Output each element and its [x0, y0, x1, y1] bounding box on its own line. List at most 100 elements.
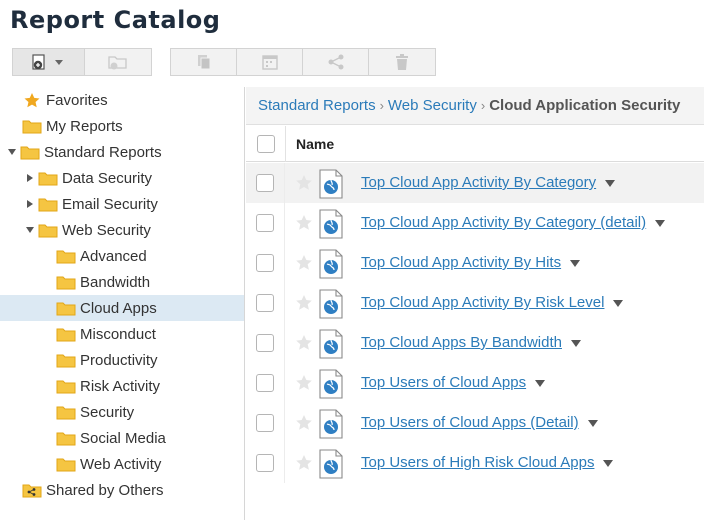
new-report-button[interactable] — [13, 49, 85, 75]
folder-icon — [56, 432, 76, 445]
favorite-star-icon[interactable] — [295, 374, 313, 392]
tree-label-data-security: Data Security — [62, 169, 153, 187]
tree-item-data-security[interactable]: Data Security — [0, 165, 244, 191]
row-checkbox[interactable] — [256, 294, 274, 312]
tree-item-web-child[interactable]: Security — [0, 399, 244, 425]
favorite-star-icon[interactable] — [295, 294, 313, 312]
breadcrumb-current: Cloud Application Security — [489, 97, 681, 114]
tree-item-web-child[interactable]: Productivity — [0, 347, 244, 373]
tree-item-email-security[interactable]: Email Security — [0, 191, 244, 217]
chevron-down-icon[interactable] — [655, 219, 666, 227]
tree-item-web-child[interactable]: Web Activity — [0, 451, 244, 477]
row-checkbox[interactable] — [256, 214, 274, 232]
folder-icon — [38, 224, 58, 237]
favorite-star-icon[interactable] — [295, 414, 313, 432]
schedule-calendar-icon — [261, 55, 278, 70]
copy-button[interactable] — [171, 49, 237, 75]
toolbar-group-actions — [170, 48, 436, 76]
row-checkbox[interactable] — [256, 254, 274, 272]
tree-item-standard-reports[interactable]: Standard Reports — [0, 139, 244, 165]
row-checkbox[interactable] — [256, 174, 274, 192]
chevron-down-icon[interactable] — [535, 379, 546, 387]
tree-item-web-child[interactable]: Bandwidth — [0, 269, 244, 295]
report-link[interactable]: Top Cloud Apps By Bandwidth — [361, 334, 581, 351]
tree-label-cloud-apps: Cloud Apps — [80, 299, 157, 317]
tree-label-web-activity: Web Activity — [80, 455, 162, 473]
share-button[interactable] — [303, 49, 369, 75]
delete-button[interactable] — [369, 49, 435, 75]
tree-item-web-child[interactable]: Social Media — [0, 425, 244, 451]
collapse-triangle-icon[interactable] — [6, 146, 18, 158]
report-doc-icon — [319, 329, 343, 359]
favorite-star-icon[interactable] — [295, 174, 313, 192]
breadcrumb: Standard Reports › Web Security › Cloud … — [246, 87, 704, 125]
folder-icon — [56, 250, 76, 263]
new-folder-icon — [108, 56, 127, 70]
folder-icon — [38, 198, 58, 211]
schedule-button[interactable] — [237, 49, 303, 75]
chevron-down-icon[interactable] — [587, 419, 598, 427]
report-link[interactable]: Top Cloud App Activity By Category (deta… — [361, 214, 666, 231]
report-link[interactable]: Top Users of Cloud Apps — [361, 374, 546, 391]
chevron-down-icon[interactable] — [603, 459, 614, 467]
row-checkbox[interactable] — [256, 414, 274, 432]
report-link[interactable]: Top Cloud App Activity By Category — [361, 174, 616, 191]
tree-label-risk-activity: Risk Activity — [80, 377, 161, 395]
row-checkbox[interactable] — [256, 334, 274, 352]
tree-item-web-security[interactable]: Web Security — [0, 217, 244, 243]
table-row: Top Cloud App Activity By Category — [246, 163, 704, 203]
breadcrumb-link-web-security[interactable]: Web Security — [388, 97, 477, 114]
folder-icon — [56, 354, 76, 367]
tree-item-my-reports[interactable]: My Reports — [0, 113, 244, 139]
tree-item-favorites[interactable]: Favorites — [0, 87, 244, 113]
tree-item-shared-by-others[interactable]: Shared by Others — [0, 477, 244, 503]
expand-triangle-icon[interactable] — [24, 198, 36, 210]
new-folder-button[interactable] — [85, 49, 151, 75]
new-report-dropdown-icon — [31, 54, 63, 70]
report-link[interactable]: Top Cloud App Activity By Hits — [361, 254, 581, 271]
tree-item-web-child[interactable]: Misconduct — [0, 321, 244, 347]
tree-label-social-media: Social Media — [80, 429, 166, 447]
toolbar-gap — [152, 48, 170, 76]
report-doc-icon — [319, 289, 343, 319]
copy-icon — [197, 55, 210, 70]
tree-label-my-reports: My Reports — [46, 117, 123, 135]
row-checkbox[interactable] — [256, 374, 274, 392]
column-header-name[interactable]: Name — [286, 136, 334, 152]
report-doc-icon — [319, 369, 343, 399]
chevron-down-icon[interactable] — [570, 259, 581, 267]
tree-label-productivity: Productivity — [80, 351, 158, 369]
favorite-star-icon[interactable] — [295, 214, 313, 232]
report-list-pane: Standard Reports › Web Security › Cloud … — [246, 87, 704, 520]
table-row: Top Cloud App Activity By Risk Level — [246, 283, 704, 323]
tree-label-web-security: Web Security — [62, 221, 151, 239]
breadcrumb-separator: › — [379, 98, 384, 113]
chevron-down-icon[interactable] — [613, 299, 624, 307]
report-doc-icon — [319, 169, 343, 199]
table-row: Top Users of Cloud Apps — [246, 363, 704, 403]
tree-item-web-child[interactable]: Risk Activity — [0, 373, 244, 399]
folder-icon — [56, 380, 76, 393]
folder-icon — [38, 172, 58, 185]
folder-icon — [56, 458, 76, 471]
report-link[interactable]: Top Cloud App Activity By Risk Level — [361, 294, 624, 311]
chevron-down-icon[interactable] — [570, 339, 581, 347]
chevron-down-icon[interactable] — [605, 179, 616, 187]
select-all-cell — [246, 125, 286, 162]
favorite-star-icon[interactable] — [295, 254, 313, 272]
favorite-star-icon[interactable] — [295, 334, 313, 352]
favorite-star-icon[interactable] — [295, 454, 313, 472]
breadcrumb-link-standard-reports[interactable]: Standard Reports — [258, 97, 376, 114]
table-row: Top Users of High Risk Cloud Apps — [246, 443, 704, 483]
tree-item-web-child-selected[interactable]: Cloud Apps — [0, 295, 244, 321]
report-link[interactable]: Top Users of High Risk Cloud Apps — [361, 454, 614, 471]
select-all-checkbox[interactable] — [256, 134, 275, 153]
folder-tree: Favorites My Reports Standard Reports Da… — [0, 87, 245, 520]
expand-triangle-icon[interactable] — [24, 172, 36, 184]
collapse-triangle-icon[interactable] — [24, 224, 36, 236]
toolbar-group-create — [12, 48, 152, 76]
report-doc-icon — [319, 409, 343, 439]
row-checkbox[interactable] — [256, 454, 274, 472]
report-link[interactable]: Top Users of Cloud Apps (Detail) — [361, 414, 598, 431]
tree-item-web-child[interactable]: Advanced — [0, 243, 244, 269]
